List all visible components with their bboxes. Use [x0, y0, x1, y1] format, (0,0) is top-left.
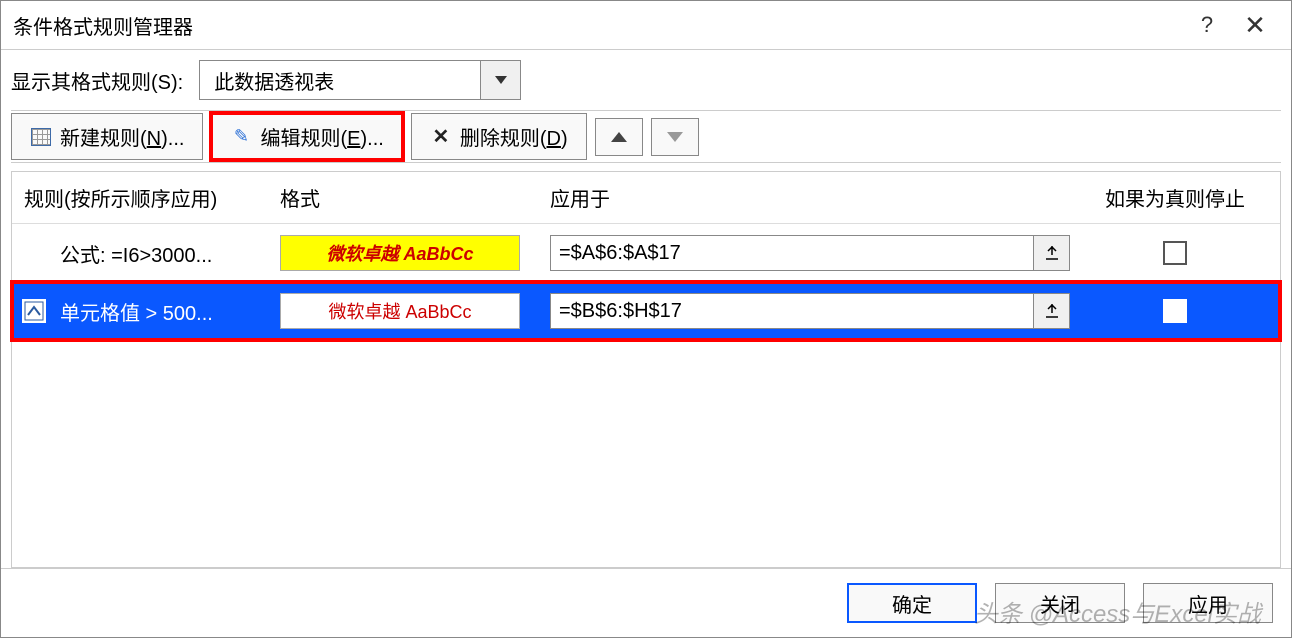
applies-to-cell: =$B$6:$H$17: [550, 293, 1070, 329]
applies-to-cell: =$A$6:$A$17: [550, 235, 1070, 271]
delete-rule-label: 删除规则(D): [460, 122, 568, 151]
ok-button[interactable]: 确定: [847, 583, 977, 623]
edit-rule-label: 编辑规则(E)...: [260, 122, 383, 151]
dialog-conditional-formatting-rules-manager: 条件格式规则管理器 ? ✕ 显示其格式规则(S): 此数据透视表 新建规则(N)…: [0, 0, 1292, 638]
table-row[interactable]: 公式: =I6>3000... 微软卓越 AaBbCc =$A$6:$A$17: [12, 224, 1280, 282]
dialog-footer: 确定 关闭 应用 头条 @Access与Excel实战: [1, 568, 1291, 637]
move-up-button[interactable]: [595, 118, 643, 156]
col-header-rule: 规则(按所示顺序应用): [12, 183, 280, 212]
dialog-title: 条件格式规则管理器: [13, 11, 193, 40]
triangle-up-icon: [611, 132, 627, 142]
grid-icon: [30, 126, 52, 148]
format-preview-cell: 微软卓越 AaBbCc: [280, 235, 550, 271]
apply-button[interactable]: 应用: [1143, 583, 1273, 623]
collapse-icon: [1044, 245, 1060, 261]
delete-icon: [430, 126, 452, 148]
stop-if-true-cell: [1070, 299, 1280, 323]
rules-table: 规则(按所示顺序应用) 格式 应用于 如果为真则停止 公式: =I6>3000.…: [11, 171, 1281, 568]
content-area: 显示其格式规则(S): 此数据透视表 新建规则(N)... 编辑规则(E)...…: [1, 50, 1291, 568]
edit-rule-button[interactable]: 编辑规则(E)...: [211, 113, 402, 160]
triangle-down-icon: [667, 132, 683, 142]
scope-select[interactable]: 此数据透视表: [199, 60, 521, 100]
titlebar: 条件格式规则管理器 ? ✕: [1, 1, 1291, 50]
stop-if-true-checkbox[interactable]: [1163, 299, 1187, 323]
col-header-format: 格式: [280, 183, 550, 212]
applies-to-input[interactable]: =$B$6:$H$17: [550, 293, 1034, 329]
scope-select-value: 此数据透视表: [200, 66, 480, 95]
collapse-icon: [1044, 303, 1060, 319]
stop-if-true-checkbox[interactable]: [1163, 241, 1187, 265]
applies-to-input[interactable]: =$A$6:$A$17: [550, 235, 1034, 271]
edit-icon: [230, 126, 252, 148]
scope-row: 显示其格式规则(S): 此数据透视表: [11, 60, 1281, 100]
rule-description: 单元格值 > 500...: [12, 297, 280, 326]
new-rule-label: 新建规则(N)...: [60, 122, 184, 151]
range-picker-button[interactable]: [1034, 235, 1070, 271]
format-preview: 微软卓越 AaBbCc: [280, 293, 520, 329]
table-row[interactable]: 单元格值 > 500... 微软卓越 AaBbCc =$B$6:$H$17: [12, 282, 1280, 340]
move-down-button[interactable]: [651, 118, 699, 156]
delete-rule-button[interactable]: 删除规则(D): [411, 113, 587, 160]
close-button[interactable]: ✕: [1231, 9, 1279, 41]
stop-if-true-cell: [1070, 241, 1280, 265]
col-header-applies-to: 应用于: [550, 183, 1070, 212]
format-preview-cell: 微软卓越 AaBbCc: [280, 293, 550, 329]
show-rules-label: 显示其格式规则(S):: [11, 66, 183, 95]
rule-description: 公式: =I6>3000...: [12, 239, 280, 268]
col-header-stop-if-true: 如果为真则停止: [1070, 183, 1280, 212]
table-header: 规则(按所示顺序应用) 格式 应用于 如果为真则停止: [12, 172, 1280, 224]
format-preview: 微软卓越 AaBbCc: [280, 235, 520, 271]
toolbar: 新建规则(N)... 编辑规则(E)... 删除规则(D): [11, 110, 1281, 163]
rule-row-icon: [22, 299, 46, 323]
close-dialog-button[interactable]: 关闭: [995, 583, 1125, 623]
help-button[interactable]: ?: [1183, 9, 1231, 41]
range-picker-button[interactable]: [1034, 293, 1070, 329]
chevron-down-icon: [495, 76, 507, 84]
scope-select-dropdown-button[interactable]: [480, 61, 520, 99]
new-rule-button[interactable]: 新建规则(N)...: [11, 113, 203, 160]
